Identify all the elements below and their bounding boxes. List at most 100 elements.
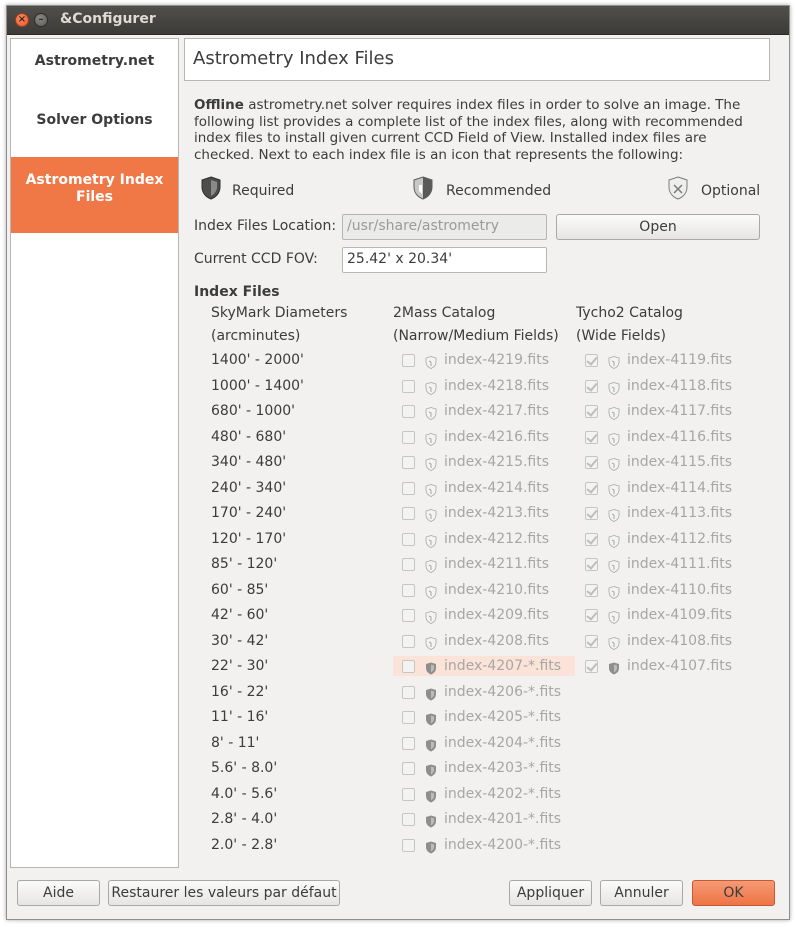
index-tycho-checkbox[interactable] [585, 482, 598, 495]
diameter-label: 240' - 340' [211, 480, 287, 496]
index-2mass-checkbox[interactable] [402, 609, 415, 622]
required-shield-icon [425, 813, 437, 828]
index-tycho-checkbox[interactable] [585, 609, 598, 622]
fov-label: Current CCD FOV: [194, 251, 318, 267]
ok-button[interactable]: OK [692, 880, 775, 906]
index-2mass-checkbox[interactable] [402, 813, 415, 826]
index-tycho-checkbox[interactable] [585, 431, 598, 444]
index-2mass-checkbox[interactable] [402, 380, 415, 393]
index-2mass-checkbox[interactable] [402, 482, 415, 495]
required-shield-icon [425, 686, 437, 701]
index-2mass-checkbox[interactable] [402, 711, 415, 724]
index-2mass-checkbox[interactable] [402, 507, 415, 520]
index-2mass-checkbox[interactable] [402, 431, 415, 444]
index-2mass-checkbox[interactable] [402, 354, 415, 367]
optional-shield-icon [425, 507, 437, 522]
col-tycho-header: Tycho2 Catalog (Wide Fields) [576, 302, 683, 348]
required-shield-icon [425, 660, 437, 675]
index-2mass-checkbox[interactable] [402, 533, 415, 546]
optional-shield-icon [608, 405, 620, 420]
index-2mass-filename: index-4202-*.fits [444, 786, 562, 802]
cancel-button[interactable]: Annuler [600, 880, 683, 906]
diameter-label: 85' - 120' [211, 556, 278, 572]
index-tycho-filename: index-4119.fits [627, 352, 733, 368]
index-tycho-checkbox[interactable] [585, 533, 598, 546]
minimize-icon[interactable]: – [34, 13, 48, 27]
index-tycho-checkbox[interactable] [585, 635, 598, 648]
index-2mass-filename: index-4200-*.fits [444, 837, 562, 853]
index-2mass-filename: index-4215.fits [444, 454, 550, 470]
index-2mass-filename: index-4213.fits [444, 505, 550, 521]
index-2mass-filename: index-4201-*.fits [444, 811, 562, 827]
col-diam-header: SkyMark Diameters (arcminutes) [211, 302, 347, 348]
sidebar-item-solver-options[interactable]: Solver Options [11, 112, 178, 128]
index-tycho-filename: index-4111.fits [627, 556, 733, 572]
optional-shield-icon [425, 558, 437, 573]
diameter-label: 16' - 22' [211, 684, 269, 700]
legend-required: Required [232, 183, 295, 199]
diameter-label: 11' - 16' [211, 709, 269, 725]
optional-shield-icon [425, 405, 437, 420]
apply-button[interactable]: Appliquer [509, 880, 592, 906]
index-2mass-checkbox[interactable] [402, 405, 415, 418]
index-tycho-checkbox[interactable] [585, 660, 598, 673]
index-2mass-checkbox[interactable] [402, 686, 415, 699]
fov-field[interactable]: 25.42' x 20.34' [342, 247, 547, 273]
index-2mass-checkbox[interactable] [402, 660, 415, 673]
index-tycho-filename: index-4107.fits [627, 658, 733, 674]
col-2mass-header-line2: (Narrow/Medium Fields) [393, 328, 559, 344]
index-tycho-filename: index-4117.fits [627, 403, 733, 419]
index-2mass-checkbox[interactable] [402, 635, 415, 648]
index-tycho-filename: index-4118.fits [627, 378, 733, 394]
index-2mass-filename: index-4209.fits [444, 607, 550, 623]
col-2mass-header-line1: 2Mass Catalog [393, 305, 496, 321]
index-2mass-filename: index-4204-*.fits [444, 735, 562, 751]
optional-shield-icon [608, 431, 620, 446]
index-2mass-checkbox[interactable] [402, 788, 415, 801]
optional-shield-icon [608, 507, 620, 522]
required-shield-icon [425, 762, 437, 777]
index-tycho-filename: index-4109.fits [627, 607, 733, 623]
index-2mass-filename: index-4208.fits [444, 633, 550, 649]
optional-shield-icon [608, 635, 620, 650]
index-2mass-checkbox[interactable] [402, 584, 415, 597]
required-shield-icon [425, 711, 437, 726]
col-tycho-header-line2: (Wide Fields) [576, 328, 666, 344]
optional-shield-icon [425, 456, 437, 471]
location-field[interactable]: /usr/share/astrometry [342, 214, 547, 240]
required-shield-icon [608, 660, 620, 675]
restore-defaults-button[interactable]: Restaurer les valeurs par défaut [108, 880, 340, 906]
required-shield-icon [425, 737, 437, 752]
index-2mass-checkbox[interactable] [402, 762, 415, 775]
index-tycho-checkbox[interactable] [585, 380, 598, 393]
diameter-label: 42' - 60' [211, 607, 269, 623]
help-button[interactable]: Aide [17, 880, 100, 906]
description: Offline astrometry.net solver requires i… [194, 97, 754, 163]
index-2mass-filename: index-4206-*.fits [444, 684, 562, 700]
index-2mass-checkbox[interactable] [402, 839, 415, 852]
index-tycho-checkbox[interactable] [585, 456, 598, 469]
diameter-label: 120' - 170' [211, 531, 287, 547]
index-tycho-checkbox[interactable] [585, 507, 598, 520]
required-shield-icon [425, 788, 437, 803]
index-2mass-checkbox[interactable] [402, 558, 415, 571]
index-2mass-checkbox[interactable] [402, 737, 415, 750]
close-icon[interactable]: × [15, 13, 29, 27]
diameter-label: 60' - 85' [211, 582, 269, 598]
sidebar-item-astrometry[interactable]: Astrometry.net [11, 53, 178, 69]
optional-shield-icon [608, 482, 620, 497]
optional-shield-icon [608, 354, 620, 369]
sidebar-item-index-files[interactable]: Astrometry Index Files [11, 157, 178, 233]
index-2mass-filename: index-4214.fits [444, 480, 550, 496]
index-tycho-filename: index-4112.fits [627, 531, 733, 547]
index-files-label: Index Files [194, 284, 280, 300]
index-tycho-checkbox[interactable] [585, 354, 598, 367]
index-tycho-checkbox[interactable] [585, 584, 598, 597]
index-tycho-checkbox[interactable] [585, 405, 598, 418]
optional-shield-icon [425, 609, 437, 624]
open-button[interactable]: Open [556, 214, 760, 240]
index-2mass-checkbox[interactable] [402, 456, 415, 469]
index-tycho-checkbox[interactable] [585, 558, 598, 571]
optional-shield-icon [608, 533, 620, 548]
index-tycho-filename: index-4116.fits [627, 429, 733, 445]
